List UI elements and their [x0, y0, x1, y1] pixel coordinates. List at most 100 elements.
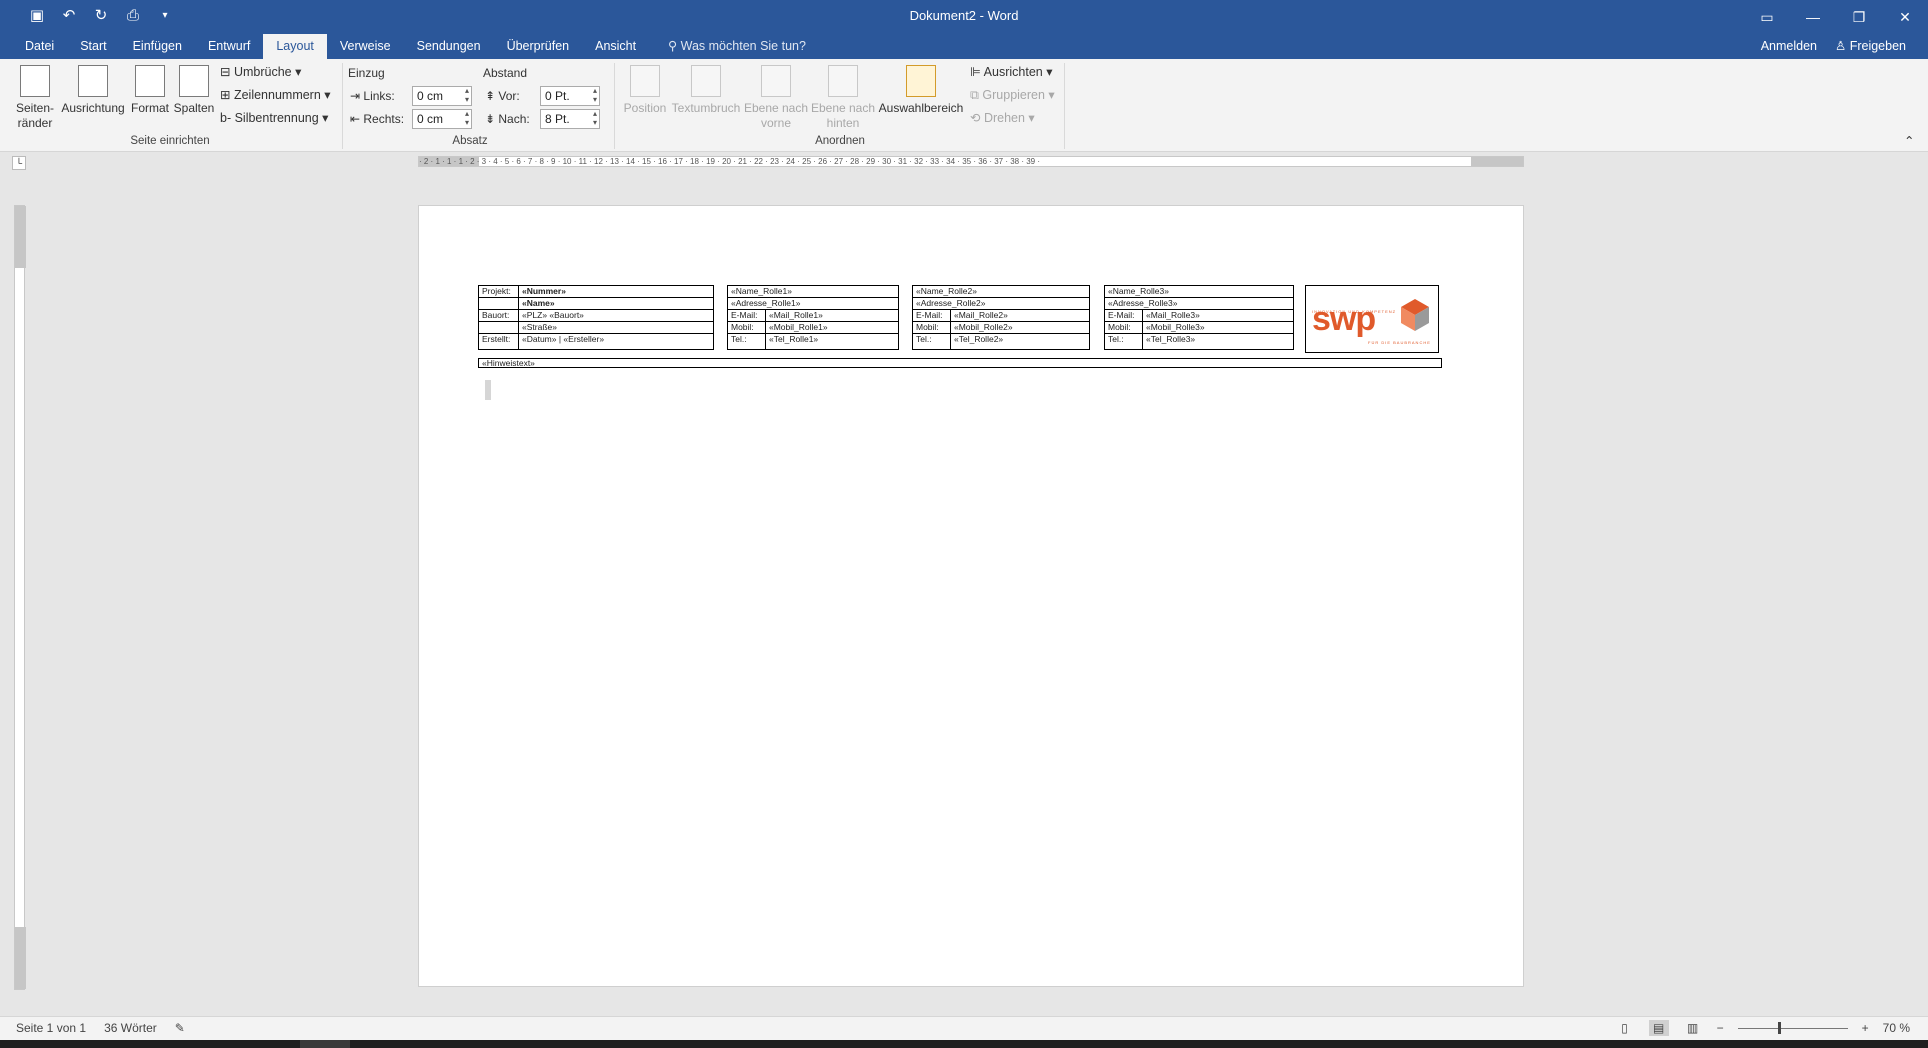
- ribbon-tabs-row: Datei Start Einfügen Entwurf Layout Verw…: [0, 34, 1928, 59]
- position-button[interactable]: Position: [620, 59, 670, 116]
- table-row: «Name»: [478, 297, 714, 310]
- table-row: Tel.: «Tel_Rolle2»: [912, 333, 1090, 350]
- proofing-icon[interactable]: ✎: [175, 1021, 185, 1035]
- ribbon-display-icon[interactable]: ▭: [1744, 0, 1790, 34]
- table-row: Mobil: «Mobil_Rolle1»: [727, 321, 899, 334]
- table-row: Tel.: «Tel_Rolle1»: [727, 333, 899, 350]
- window-title: Dokument2 - Word: [909, 8, 1019, 23]
- tab-ueberpruefen[interactable]: Überprüfen: [494, 34, 583, 59]
- tab-verweise[interactable]: Verweise: [327, 34, 404, 59]
- table-row: Mobil: «Mobil_Rolle3»: [1104, 321, 1294, 334]
- swp-logo: INNOVATION UND KOMPETENZ swp FÜR DIE BAU…: [1305, 285, 1439, 353]
- group-separator: [1064, 63, 1065, 149]
- group-label-anordnen: Anordnen: [815, 135, 865, 147]
- lightbulb-icon: ⚲: [668, 39, 681, 53]
- indent-left-input[interactable]: 0 cm: [412, 86, 472, 106]
- wrap-text-button[interactable]: Textumbruch: [670, 59, 742, 116]
- status-right: ▯ ▤ ▥ − + 70 %: [1615, 1020, 1910, 1036]
- page-count[interactable]: Seite 1 von 1: [16, 1021, 86, 1035]
- tab-sendungen[interactable]: Sendungen: [404, 34, 494, 59]
- group-separator: [614, 63, 615, 149]
- print-layout-icon[interactable]: ▤: [1648, 1020, 1669, 1036]
- selection-pane-button[interactable]: Auswahlbereich: [876, 59, 966, 116]
- web-layout-icon[interactable]: ▥: [1683, 1020, 1703, 1036]
- share-button[interactable]: ♙ Freigeben: [1835, 34, 1906, 59]
- table-row: E-Mail: «Mail_Rolle2»: [912, 309, 1090, 322]
- role1-table: «Name_Rolle1» «Adresse_Rolle1» E-Mail: «M…: [727, 285, 899, 350]
- project-table: Projekt: «Nummer» «Name» Bauort: «PLZ» «Ba…: [478, 285, 714, 350]
- zoom-level[interactable]: 70 %: [1883, 1021, 1910, 1035]
- role3-table: «Name_Rolle3» «Adresse_Rolle3» E-Mail: «M…: [1104, 285, 1294, 350]
- rotate-icon: ⟲: [970, 111, 984, 125]
- orientation-button[interactable]: Ausrichtung: [60, 59, 126, 116]
- tab-selector[interactable]: └: [12, 156, 26, 170]
- role2-table: «Name_Rolle2» «Adresse_Rolle2» E-Mail: «M…: [912, 285, 1090, 350]
- signin-link[interactable]: Anmelden: [1761, 34, 1817, 59]
- taskbar-active-item[interactable]: [300, 1040, 350, 1048]
- account-area: Anmelden ♙ Freigeben: [1761, 34, 1906, 59]
- table-row: E-Mail: «Mail_Rolle3»: [1104, 309, 1294, 322]
- group-objects-button[interactable]: ⧉ Gruppieren ▾: [970, 85, 1055, 105]
- align-button[interactable]: ⊫ Ausrichten ▾: [970, 62, 1052, 82]
- document-page[interactable]: Projekt: «Nummer» «Name» Bauort: «PLZ» «Ba…: [418, 205, 1524, 987]
- restore-icon[interactable]: ❐: [1836, 0, 1882, 34]
- breaks-button[interactable]: ⊟ Umbrüche ▾: [220, 62, 301, 82]
- title-bar: ▣ ↶ ↻ ⎙ ▾ Dokument2 - Word ▭ — ❐ ✕: [0, 0, 1928, 34]
- collapse-ribbon-icon[interactable]: ⌃: [1904, 131, 1914, 151]
- table-row: «Name_Rolle2»: [912, 285, 1090, 298]
- hint-text-field: «Hinweistext»: [478, 358, 1442, 368]
- indent-left-icon: ⇥: [350, 89, 364, 103]
- page-size-icon: [135, 65, 165, 97]
- indent-right-input[interactable]: 0 cm: [412, 109, 472, 129]
- size-button[interactable]: Format: [126, 59, 174, 116]
- table-row: «Adresse_Rolle1»: [727, 297, 899, 310]
- breaks-icon: ⊟: [220, 65, 234, 79]
- tab-entwurf[interactable]: Entwurf: [195, 34, 263, 59]
- indent-title: Einzug: [348, 66, 385, 80]
- indent-right-icon: ⇤: [350, 112, 364, 126]
- line-numbers-button[interactable]: ⊞ Zeilennummern ▾: [220, 85, 331, 105]
- vertical-ruler[interactable]: [14, 205, 26, 990]
- zoom-out-icon[interactable]: −: [1717, 1021, 1724, 1035]
- group-icon: ⧉: [970, 88, 983, 102]
- spacing-after-input[interactable]: 8 Pt.: [540, 109, 600, 129]
- ruler-margin-top: [15, 206, 26, 268]
- read-mode-icon[interactable]: ▯: [1615, 1020, 1635, 1036]
- hyphenation-button[interactable]: b‑ Silbentrennung ▾: [220, 108, 328, 128]
- tab-einfuegen[interactable]: Einfügen: [120, 34, 195, 59]
- send-backward-button[interactable]: Ebene nach hinten: [810, 59, 876, 131]
- ruler-margin-bottom: [15, 927, 26, 989]
- tab-start[interactable]: Start: [67, 34, 119, 59]
- indent-right-label: ⇤ Rechts:: [350, 112, 405, 126]
- cube-icon: [1401, 299, 1429, 331]
- group-separator: [342, 63, 343, 149]
- zoom-slider[interactable]: [1737, 1021, 1848, 1034]
- group-label-seite: Seite einrichten: [130, 135, 210, 147]
- tab-layout[interactable]: Layout: [263, 34, 327, 59]
- zoom-in-icon[interactable]: +: [1862, 1021, 1869, 1035]
- tab-ansicht[interactable]: Ansicht: [582, 34, 649, 59]
- align-icon: ⊫: [970, 65, 984, 79]
- ribbon-tabs: Datei Start Einfügen Entwurf Layout Verw…: [12, 34, 649, 59]
- table-row: Erstellt: «Datum» | «Ersteller»: [478, 333, 714, 350]
- tell-me-search[interactable]: ⚲ Was möchten Sie tun?: [668, 34, 806, 59]
- table-row: «Adresse_Rolle2»: [912, 297, 1090, 310]
- table-row: «Adresse_Rolle3»: [1104, 297, 1294, 310]
- hyphenation-icon: b‑: [220, 111, 235, 125]
- columns-button[interactable]: Spalten: [172, 59, 216, 116]
- line-numbers-icon: ⊞: [220, 88, 234, 102]
- ribbon: Seiten- ränder Ausrichtung Format Spalte…: [0, 59, 1928, 152]
- word-count[interactable]: 36 Wörter: [104, 1021, 157, 1035]
- bring-forward-button[interactable]: Ebene nach vorne: [742, 59, 810, 131]
- rotate-button[interactable]: ⟲ Drehen ▾: [970, 108, 1035, 128]
- table-row: Mobil: «Mobil_Rolle2»: [912, 321, 1090, 334]
- columns-icon: [179, 65, 209, 97]
- minimize-icon[interactable]: —: [1790, 0, 1836, 34]
- margins-button[interactable]: Seiten- ränder: [10, 59, 60, 131]
- tab-datei[interactable]: Datei: [12, 34, 67, 59]
- table-row: «Name_Rolle3»: [1104, 285, 1294, 298]
- close-icon[interactable]: ✕: [1882, 0, 1928, 34]
- selection-pane-icon: [906, 65, 936, 97]
- spacing-before-input[interactable]: 0 Pt.: [540, 86, 600, 106]
- horizontal-ruler[interactable]: · 2 · 1 · 1 · 1 · 2 · 3 · 4 · 5 · 6 · 7 …: [418, 156, 1524, 167]
